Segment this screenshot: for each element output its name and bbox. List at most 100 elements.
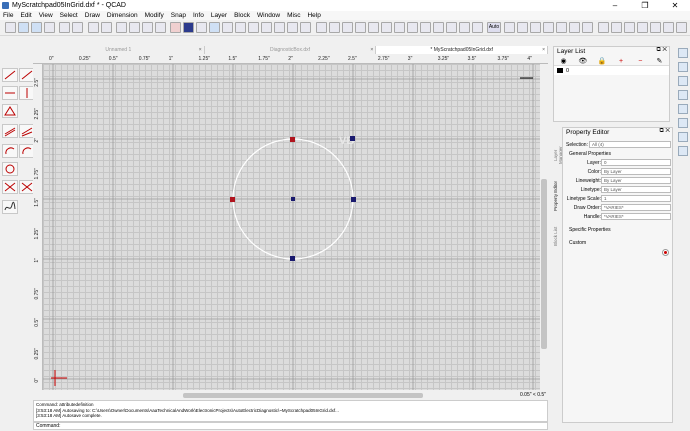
minimize-button[interactable]: – — [600, 0, 630, 11]
zoom-in-icon[interactable] — [222, 22, 233, 33]
snap-perpendicular-icon[interactable] — [433, 22, 444, 33]
menu-file[interactable]: File — [3, 12, 13, 19]
lock-layers-icon[interactable]: 🔒 — [592, 57, 611, 65]
cut-icon[interactable] — [116, 22, 127, 33]
parallel-line-icon[interactable] — [2, 124, 18, 138]
grip-left[interactable] — [230, 197, 235, 202]
color-dropdown[interactable]: By Layer — [601, 168, 671, 175]
paste-icon[interactable] — [142, 22, 153, 33]
snap-intersection-icon[interactable] — [407, 22, 418, 33]
linetype-dropdown[interactable]: By Layer — [601, 186, 671, 193]
menu-modify[interactable]: Modify — [145, 12, 164, 19]
remove-layer-icon[interactable]: − — [631, 57, 650, 65]
library-browser-dock-icon[interactable] — [678, 76, 688, 86]
snap-x-icon[interactable] — [611, 22, 622, 33]
snap-distance-icon[interactable] — [394, 22, 405, 33]
tab-myscratchpad[interactable]: * MyScratchpad05InGrid.dxf × — [376, 46, 549, 54]
menu-dimension[interactable]: Dimension — [107, 12, 138, 19]
zoom-pan-icon[interactable] — [287, 22, 298, 33]
scroll-thumb[interactable] — [183, 393, 423, 398]
layer-visible-icon[interactable] — [557, 68, 563, 73]
arc-tool-icon[interactable] — [2, 144, 18, 158]
snap-xy-icon[interactable] — [637, 22, 648, 33]
menu-view[interactable]: View — [39, 12, 53, 19]
edit-layer-icon[interactable]: ✎ — [650, 57, 669, 65]
save-as-icon[interactable] — [44, 22, 55, 33]
freehand-tool-icon[interactable] — [2, 200, 18, 214]
menu-layer[interactable]: Layer — [211, 12, 227, 19]
open-file-icon[interactable] — [18, 22, 29, 33]
vertical-scrollbar[interactable] — [540, 64, 548, 390]
pen-toolbar-dock-icon[interactable] — [678, 118, 688, 128]
tab-property-editor[interactable]: Property Editor — [553, 174, 561, 218]
new-file-icon[interactable] — [5, 22, 16, 33]
layer-list-dock-icon[interactable] — [678, 48, 688, 58]
restrict-nothing-icon[interactable] — [504, 22, 515, 33]
tab-unnamed-1[interactable]: Unnamed 1 × — [33, 46, 205, 54]
circle-tool-icon[interactable] — [196, 22, 207, 33]
menu-draw[interactable]: Draw — [85, 12, 100, 19]
circle-draw-icon[interactable] — [2, 162, 18, 176]
menu-misc[interactable]: Misc — [287, 12, 300, 19]
snap-reference-icon[interactable] — [420, 22, 431, 33]
spline-tool-icon[interactable] — [2, 180, 18, 194]
relative-zero-icon[interactable] — [569, 22, 580, 33]
horizontal-scrollbar[interactable] — [43, 392, 540, 399]
clipboard-icon[interactable] — [155, 22, 166, 33]
polygon-tool-icon[interactable] — [2, 104, 18, 118]
snap-grid-icon[interactable] — [329, 22, 340, 33]
maximize-button[interactable]: ❐ — [630, 0, 660, 11]
snap-middle-icon[interactable] — [381, 22, 392, 33]
zoom-window-icon[interactable] — [274, 22, 285, 33]
tab-close-icon[interactable]: × — [370, 46, 373, 54]
snap-toolbar-dock-icon[interactable] — [678, 146, 688, 156]
handle-input[interactable]: *VARIES* — [601, 213, 671, 220]
snap-polar-icon[interactable] — [472, 22, 483, 33]
restrict-orthogonal-icon[interactable] — [517, 22, 528, 33]
line-tool-icon[interactable] — [2, 68, 18, 82]
redo-icon[interactable] — [101, 22, 112, 33]
grid-icon[interactable] — [209, 22, 220, 33]
tab-close-icon[interactable]: × — [199, 46, 202, 54]
menu-help[interactable]: Help — [307, 12, 320, 19]
linetype-scale-input[interactable]: 1 — [601, 195, 671, 202]
print-preview-icon[interactable] — [59, 22, 70, 33]
tab-diagnosticbox[interactable]: DiagnosticBox.dxf × — [205, 46, 377, 54]
zoom-previous-icon[interactable] — [261, 22, 272, 33]
grip-center[interactable] — [291, 197, 295, 201]
undo-icon[interactable] — [88, 22, 99, 33]
snap-coordinate-icon[interactable] — [459, 22, 470, 33]
close-button[interactable]: ✕ — [660, 0, 690, 11]
snap-endpoint-icon[interactable] — [342, 22, 353, 33]
selection-dropdown[interactable]: All (4) — [589, 141, 671, 148]
layer-dropdown[interactable]: 0 — [601, 159, 671, 166]
draw-order-input[interactable]: *VARIES* — [601, 204, 671, 211]
restrict-horizontal-icon[interactable] — [530, 22, 541, 33]
snap-entity-icon[interactable] — [355, 22, 366, 33]
print-icon[interactable] — [72, 22, 83, 33]
snap-auto-button[interactable]: Auto — [487, 22, 501, 33]
restrict-angle-icon[interactable] — [556, 22, 567, 33]
add-layer-icon[interactable]: + — [612, 57, 631, 65]
snap-free-icon[interactable] — [316, 22, 327, 33]
drawing-svg[interactable]: VB — [43, 64, 540, 390]
snap-tangential-icon[interactable] — [446, 22, 457, 33]
tab-block-list[interactable]: Block List — [553, 222, 561, 250]
menu-edit[interactable]: Edit — [20, 12, 31, 19]
show-all-layers-icon[interactable]: ◉ — [554, 57, 573, 65]
menu-select[interactable]: Select — [60, 12, 78, 19]
menu-block[interactable]: Block — [234, 12, 250, 19]
pen-icon[interactable] — [170, 22, 181, 33]
menu-snap[interactable]: Snap — [171, 12, 186, 19]
menu-info[interactable]: Info — [193, 12, 204, 19]
menu-window[interactable]: Window — [257, 12, 280, 19]
snap-angle-icon[interactable] — [650, 22, 661, 33]
grip-ghost[interactable] — [350, 136, 355, 141]
copy-icon[interactable] — [129, 22, 140, 33]
drawing-canvas[interactable]: VB — [43, 64, 540, 390]
property-editor-dock-icon[interactable] — [678, 90, 688, 100]
redraw-icon[interactable] — [300, 22, 311, 33]
zoom-auto-icon[interactable] — [248, 22, 259, 33]
layer-row[interactable]: 0 — [554, 66, 669, 75]
restrict-vertical-icon[interactable] — [543, 22, 554, 33]
